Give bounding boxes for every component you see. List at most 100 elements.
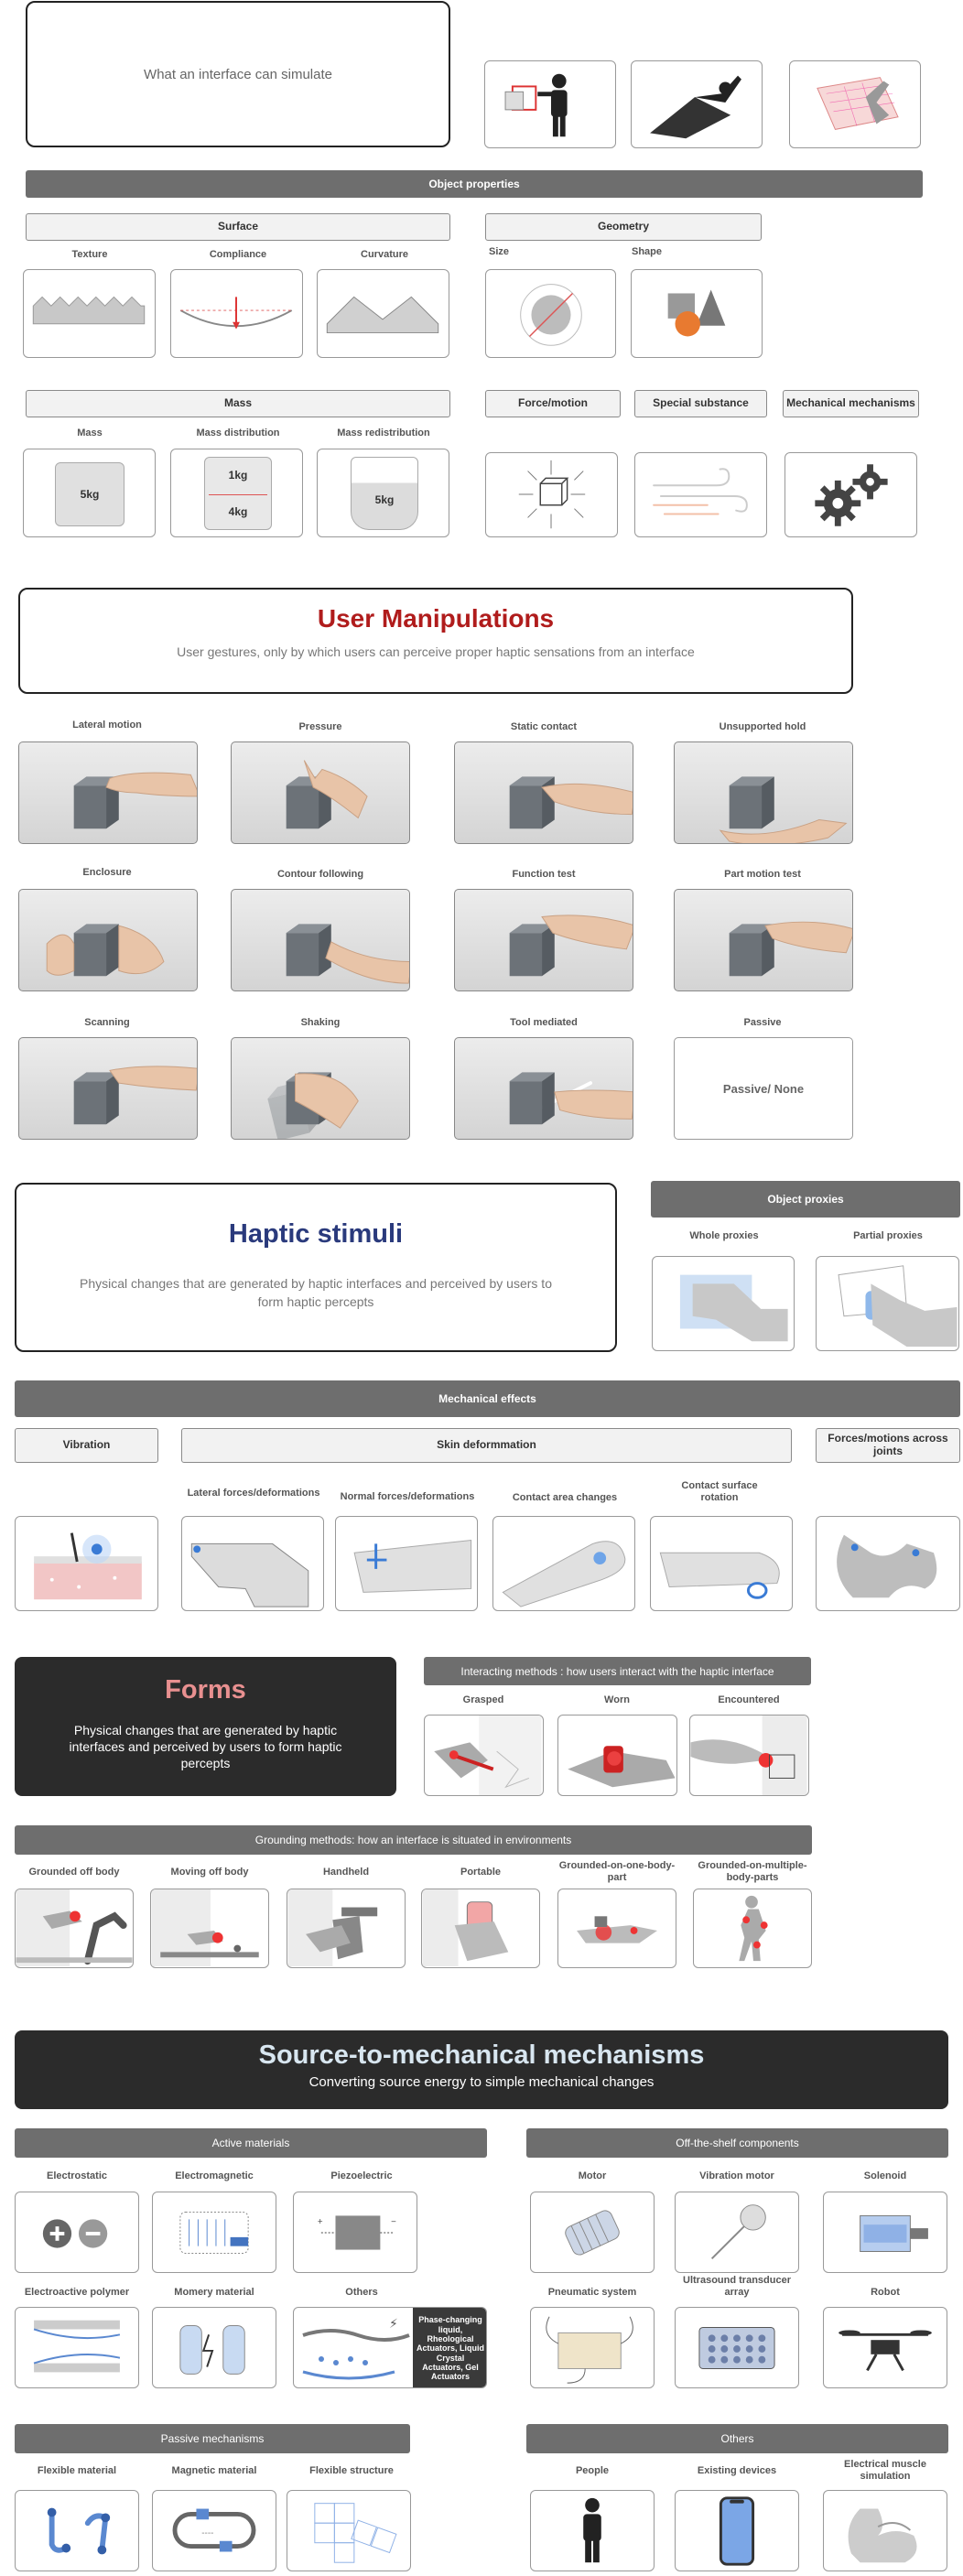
wind-icon <box>653 468 748 515</box>
manipulation-photo-pressure <box>231 741 410 844</box>
mechanism-card-existing-devices <box>675 2490 799 2571</box>
contact-area-finger-icon <box>502 1541 626 1607</box>
mechanism-caption-electrical-muscle-simulation: Electrical muscle simulation <box>844 2459 926 2483</box>
shape-caption: Shape <box>632 246 663 257</box>
lateral-card <box>181 1516 324 1611</box>
mechanism-caption-existing-devices: Existing devices <box>697 2465 777 2476</box>
mass-dist-block: 1kg 4kg <box>204 457 272 530</box>
worn-icon <box>568 1746 676 1788</box>
mechanical-mechanisms-card <box>784 452 917 537</box>
vibration-skin-icon <box>34 1532 142 1600</box>
mechanism-caption-people: People <box>575 2465 610 2476</box>
forms-panel: Forms Physical changes that are generate… <box>15 1657 396 1796</box>
mechanism-caption-electrostatic: Electrostatic <box>46 2170 108 2181</box>
flying-person-icon <box>650 75 741 139</box>
hand-cube-icon <box>509 1072 633 1125</box>
mechanism-card-pneumatic-system <box>530 2307 655 2388</box>
whole-proxy-hand-icon <box>679 1274 788 1342</box>
mechanism-card-vibration-motor <box>675 2192 799 2273</box>
hand-cube-icon <box>719 776 848 843</box>
hand-cube-icon <box>73 1066 197 1125</box>
mechanism-caption-magnetic-material: Magnetic material <box>171 2465 257 2476</box>
ultrasound-transducer-array-icon <box>698 2327 775 2369</box>
map-icon-card <box>789 60 921 148</box>
mass-label: Mass <box>26 390 450 417</box>
vibration-label: Vibration <box>15 1428 158 1463</box>
size-caption: Size <box>489 246 510 257</box>
mechanism-card-robot <box>823 2307 947 2388</box>
electromagnetic-icon <box>179 2212 249 2254</box>
mechanism-card-people <box>530 2490 655 2571</box>
force-cube-icon <box>518 460 586 529</box>
mass-block: 5kg <box>55 462 124 526</box>
mass-card: 5kg <box>23 449 156 537</box>
encountered-icon <box>690 1716 807 1795</box>
vibration-motor-icon <box>710 2204 766 2260</box>
lateral-finger-icon <box>190 1542 309 1607</box>
manipulation-photo-lateral-motion <box>18 741 198 844</box>
handheld-icon <box>287 1889 378 1967</box>
mechanism-caption-robot: Robot <box>871 2287 900 2298</box>
mass-dist-divider <box>209 494 267 495</box>
hand-cube-icon <box>509 776 633 829</box>
grounding-card-handheld <box>287 1889 406 1968</box>
flexible-material-icon <box>47 2507 111 2555</box>
mechanism-caption-flexible-structure: Flexible structure <box>309 2465 394 2476</box>
mechanism-card-electrical-muscle-simulation <box>823 2490 947 2571</box>
grounded-on-one-body-part-icon <box>577 1916 657 1943</box>
electroactive-polymer-icon <box>33 2320 121 2373</box>
grounding-caption-moving-off-body: Moving off body <box>170 1867 249 1878</box>
map-hand-icon <box>817 77 899 130</box>
surface-label: Surface <box>26 213 450 241</box>
superhero-icon-card <box>631 60 763 148</box>
robot-icon <box>839 2330 932 2372</box>
person-touch-icon <box>504 73 568 137</box>
mechanism-caption-ultrasound-transducer-array: Ultrasound transducer array <box>683 2275 791 2299</box>
compliance-card <box>170 269 303 358</box>
mass-dist-top: 1kg <box>228 469 248 482</box>
mechanism-card-electromagnetic <box>152 2192 276 2273</box>
stimuli-subtitle: Physical changes that are generated by h… <box>80 1276 552 1309</box>
grounding-card-portable <box>421 1889 540 1968</box>
size-card <box>485 269 616 358</box>
flexible-structure-icon <box>314 2503 397 2563</box>
hand-cube-icon <box>286 760 368 829</box>
special-substance-label: Special substance <box>634 390 767 417</box>
interacting-caption-encountered: Encountered <box>718 1694 780 1705</box>
manipulations-subtitle: User gestures, only by which users can p… <box>177 644 695 659</box>
gears-icon <box>815 464 888 526</box>
mass-redistribution-caption: Mass redistribution <box>337 428 430 438</box>
contact-rotation-finger-icon <box>659 1552 780 1599</box>
geometry-label: Geometry <box>485 213 762 241</box>
mechanism-card-flexible-structure <box>287 2490 411 2571</box>
hand-cube-icon <box>73 772 197 829</box>
mechanism-card-flexible-material <box>15 2490 139 2571</box>
others-active-card: ⚡ Phase-changing liquid, Rheological Actu… <box>293 2307 487 2388</box>
mechanism-caption-momery-material: Momery material <box>174 2287 254 2298</box>
pneumatic-system-icon <box>546 2316 633 2384</box>
mechanism-card-piezoelectric: + − <box>293 2192 417 2273</box>
manipulation-photo-static-contact <box>454 741 633 844</box>
partial-proxies-card <box>816 1256 959 1351</box>
passive-card: Passive/ None <box>674 1037 853 1140</box>
manipulation-photo-unsupported-hold <box>674 741 853 844</box>
mechanism-caption-electroactive-polymer: Electroactive polymer <box>24 2287 130 2298</box>
svg-text:----: ---- <box>201 2528 213 2538</box>
grounding-card-grounded-off-body <box>15 1889 134 1968</box>
size-sphere-icon <box>520 284 582 346</box>
mass-redist-value: 5kg <box>374 493 395 506</box>
grounding-caption-grounded-on-one-body-part: Grounded-on-one-body-part <box>558 1860 676 1884</box>
manipulation-caption-scanning: Scanning <box>84 1017 130 1028</box>
manipulation-caption-static-contact: Static contact <box>510 721 578 732</box>
active-materials-header: Active materials <box>15 2128 487 2158</box>
manipulation-caption-contour-following: Contour following <box>276 869 364 880</box>
portable-icon <box>422 1889 509 1967</box>
others-active-icon: ⚡ <box>302 2316 410 2380</box>
skin-deformation-label: Skin deformmation <box>181 1428 792 1463</box>
texture-caption: Texture <box>71 249 108 260</box>
curvature-icon <box>326 296 439 334</box>
manipulation-photo-contour-following <box>231 889 410 991</box>
momery-material-icon <box>179 2325 245 2375</box>
manipulation-caption-tool-mediated: Tool mediated <box>510 1017 578 1028</box>
mass-distribution-caption: Mass distribution <box>196 428 280 438</box>
